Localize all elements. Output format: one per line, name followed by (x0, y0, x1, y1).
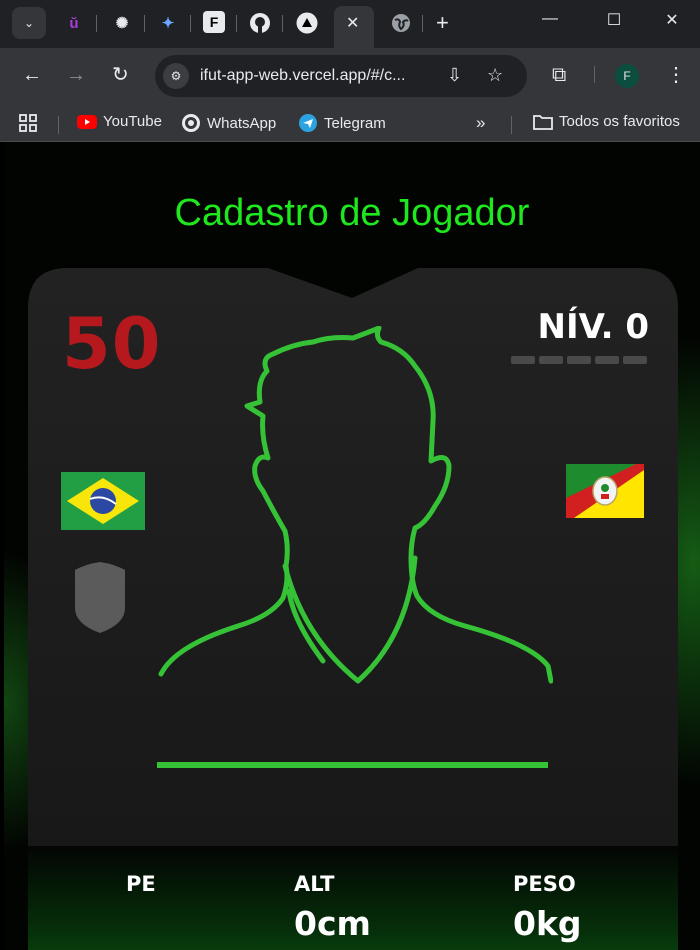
address-bar[interactable]: ⚙ ifut-app-web.vercel.app/#/c... ⇩ ☆ (155, 55, 527, 97)
forward-button[interactable]: → (66, 64, 86, 86)
menu-kebab-icon[interactable]: ⋮ (666, 64, 686, 86)
minimize-button[interactable]: — (535, 10, 565, 28)
u-app-tab-icon[interactable]: ŭ (62, 11, 86, 35)
new-tab-button[interactable]: + (436, 10, 449, 36)
install-app-icon[interactable]: ⇩ (447, 65, 462, 86)
club-crest-placeholder-icon[interactable] (74, 560, 126, 634)
site-info-icon[interactable]: ⚙ (163, 63, 189, 89)
whatsapp-icon (182, 114, 200, 132)
active-tab[interactable]: ✕ (334, 6, 374, 48)
stat-value-alt: 0cm (294, 904, 371, 943)
level-bar-segment (595, 356, 619, 364)
stats-panel: PE ALT 0cm PESO 0kg (28, 846, 678, 950)
tab-separator (190, 15, 191, 32)
bookmark-label: Telegram (324, 114, 386, 132)
vercel-tab-icon[interactable] (295, 11, 319, 35)
tab-separator (422, 15, 423, 32)
tab-separator (236, 15, 237, 32)
player-silhouette-outline[interactable] (153, 326, 553, 746)
profile-avatar[interactable]: F (615, 64, 639, 88)
level-bar-segment (623, 356, 647, 364)
stat-label-pe: PE (126, 872, 156, 896)
rio-grande-do-sul-flag-icon[interactable] (566, 464, 644, 518)
bookmark-separator (511, 116, 512, 134)
more-bookmarks-chevron-icon[interactable]: » (476, 113, 485, 133)
f-app-tab-icon[interactable]: F (203, 11, 225, 33)
bookmark-star-icon[interactable]: ☆ (487, 65, 503, 86)
folder-icon (533, 114, 553, 130)
reload-button[interactable]: ↻ (112, 64, 129, 86)
bookmarks-bar: YouTube WhatsApp Telegram » Todos os fav… (0, 104, 700, 142)
bookmark-separator (58, 116, 59, 134)
tab-separator (144, 15, 145, 32)
bookmark-telegram[interactable]: Telegram (298, 113, 386, 133)
bookmark-label: WhatsApp (207, 114, 277, 132)
bookmark-youtube[interactable]: YouTube (77, 113, 162, 130)
browser-tabstrip: ⌄ ŭ ✺ ✦ F ✕ + — ☐ ✕ (0, 0, 700, 48)
browser-toolbar: ← → ↻ ⚙ ifut-app-web.vercel.app/#/c... ⇩… (0, 48, 700, 104)
tab-separator (96, 15, 97, 32)
url-text[interactable]: ifut-app-web.vercel.app/#/c... (200, 67, 405, 85)
stat-value-peso: 0kg (513, 904, 582, 943)
overall-rating: 50 (62, 303, 162, 385)
youtube-icon (77, 114, 97, 129)
back-button[interactable]: ← (22, 64, 42, 86)
player-name-underline (157, 762, 548, 768)
all-bookmarks-folder[interactable]: Todos os favoritos (533, 113, 680, 130)
extensions-icon[interactable]: ⧉ (552, 64, 566, 86)
close-window-button[interactable]: ✕ (657, 10, 687, 30)
tab-search-icon[interactable]: ⌄ (12, 7, 46, 39)
gemini-tab-icon[interactable]: ✦ (156, 11, 180, 35)
bookmark-whatsapp[interactable]: WhatsApp (181, 113, 276, 133)
page-title: Cadastro de Jogador (174, 192, 530, 234)
maximize-button[interactable]: ☐ (599, 10, 629, 30)
close-tab-icon[interactable]: ✕ (346, 13, 359, 33)
page-content: Cadastro de Jogador 50 NÍV. 0 PE ALT 0cm… (4, 142, 700, 950)
toolbar-separator (594, 66, 595, 83)
stat-label-alt: ALT (294, 872, 335, 896)
all-bookmarks-label: Todos os favoritos (559, 113, 680, 130)
bookmark-label: YouTube (103, 113, 162, 130)
brazil-flag-icon[interactable] (61, 472, 145, 530)
level-bar-segment (567, 356, 591, 364)
player-card: 50 NÍV. 0 PE ALT 0cm PESO 0kg (28, 268, 678, 950)
apps-grid-icon[interactable] (18, 113, 38, 133)
github-tab-icon[interactable] (248, 11, 272, 35)
globe-tab-icon[interactable] (389, 11, 413, 35)
telegram-icon (299, 114, 317, 132)
stat-label-peso: PESO (513, 872, 576, 896)
level-label: NÍV. 0 (537, 307, 649, 347)
tab-separator (282, 15, 283, 32)
chatgpt-tab-icon[interactable]: ✺ (110, 11, 134, 35)
